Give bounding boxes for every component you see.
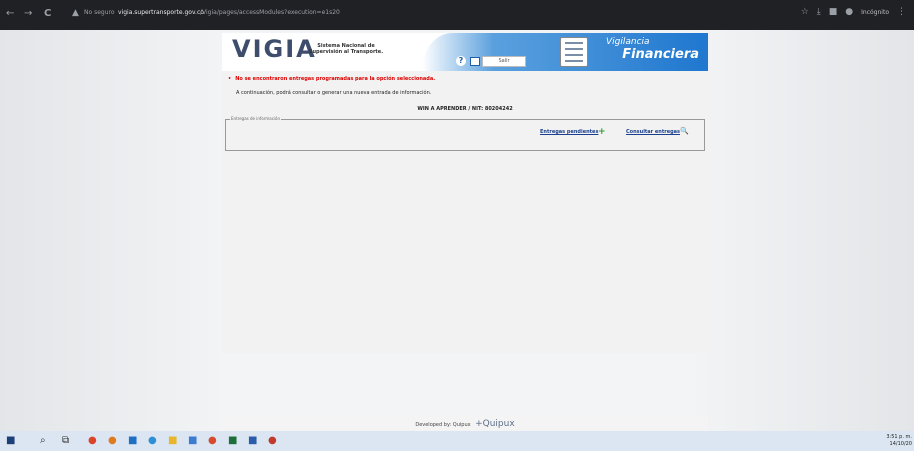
incognito-icon[interactable]: ● [845,7,853,17]
back-button[interactable]: ← [6,8,14,19]
tab-icon[interactable]: ■ [829,7,838,17]
footer-developed-by: Developed by: Quipux [415,422,471,428]
exit-icon[interactable] [470,57,480,66]
help-icon[interactable]: ? [456,56,466,66]
content-area: No se encontraron entregas programadas p… [222,71,708,353]
url-path[interactable]: /Vigia/pages/accessModules?execution=e1s… [200,9,340,16]
chrome-taskbar-icon[interactable]: ● [88,435,97,447]
reload-button[interactable]: C [44,8,51,19]
app-taskbar-icon[interactable]: ● [148,435,157,447]
document-icon [560,37,588,67]
task-view-icon[interactable]: ⧉ [62,435,69,447]
consult-deliveries-link[interactable]: Consultar entregas [626,129,680,135]
app4-taskbar-icon[interactable]: ■ [248,435,257,447]
module-title-line1: Vigilancia [606,37,650,47]
exit-button[interactable]: Salir [482,56,526,67]
pending-deliveries-link[interactable]: Entregas pendientes [540,129,598,135]
search-icon[interactable]: 🔍 [680,127,689,135]
warning-icon[interactable]: ▲ [72,8,79,18]
plus-icon[interactable]: + [598,128,606,137]
vigia-logo: VIGIA [232,35,317,63]
download-icon[interactable]: ⤓ [817,7,821,17]
browser-actions: ☆ ⤓ ■ ● Incógnito ⋮ [801,7,906,17]
intro-text: A continuación, podrá consultar o genera… [236,90,432,96]
forward-button[interactable]: → [24,8,32,19]
taskbar-clock[interactable]: 3:51 p. m. 14/10/20 [886,434,912,448]
company-line: WIN A APRENDER / NIT: 80204242 [417,106,513,112]
url-host[interactable]: vigia.supertransporte.gov.co [118,9,204,16]
folder-taskbar-icon[interactable]: ■ [168,435,177,447]
module-title-line2: Financiera [622,47,699,62]
incognito-label: Incógnito [861,8,889,16]
fieldset-legend: Entregas de información [230,116,281,121]
deliveries-fieldset: Entregas de información Entregas pendien… [225,116,705,151]
windows-start-icon[interactable]: ■ [6,435,15,447]
page-background: VIGIA Sistema Nacional de Supervisión al… [0,30,914,431]
browser-toolbar: ← → C ▲ No seguro vigia.supertransporte.… [0,0,914,30]
app2-taskbar-icon[interactable]: ■ [188,435,197,447]
footer: Developed by: Quipux +Quipux [222,415,708,431]
mail-taskbar-icon[interactable]: ■ [128,435,137,447]
module-title: Vigilancia Financiera [594,37,699,62]
firefox-taskbar-icon[interactable]: ● [108,435,117,447]
clock-time: 3:51 p. m. [886,434,912,440]
app3-taskbar-icon[interactable]: ● [208,435,217,447]
logo-subtitle: Sistema Nacional de Supervisión al Trans… [308,43,384,55]
header: VIGIA Sistema Nacional de Supervisión al… [222,33,708,71]
star-icon[interactable]: ☆ [801,7,809,17]
taskbar: ■ ⌕ ⧉ ● ● ■ ● ■ ■ ● ■ ■ ● 3:51 p. m. 14/… [0,431,914,451]
app5-taskbar-icon[interactable]: ● [268,435,277,447]
menu-icon[interactable]: ⋮ [897,7,906,17]
excel-taskbar-icon[interactable]: ■ [228,435,237,447]
security-label[interactable]: No seguro [84,9,115,16]
error-message: No se encontraron entregas programadas p… [228,76,435,82]
quipux-logo: +Quipux [472,419,515,429]
search-taskbar-icon[interactable]: ⌕ [40,435,46,447]
clock-date: 14/10/20 [889,441,912,447]
app-container: VIGIA Sistema Nacional de Supervisión al… [222,33,708,353]
